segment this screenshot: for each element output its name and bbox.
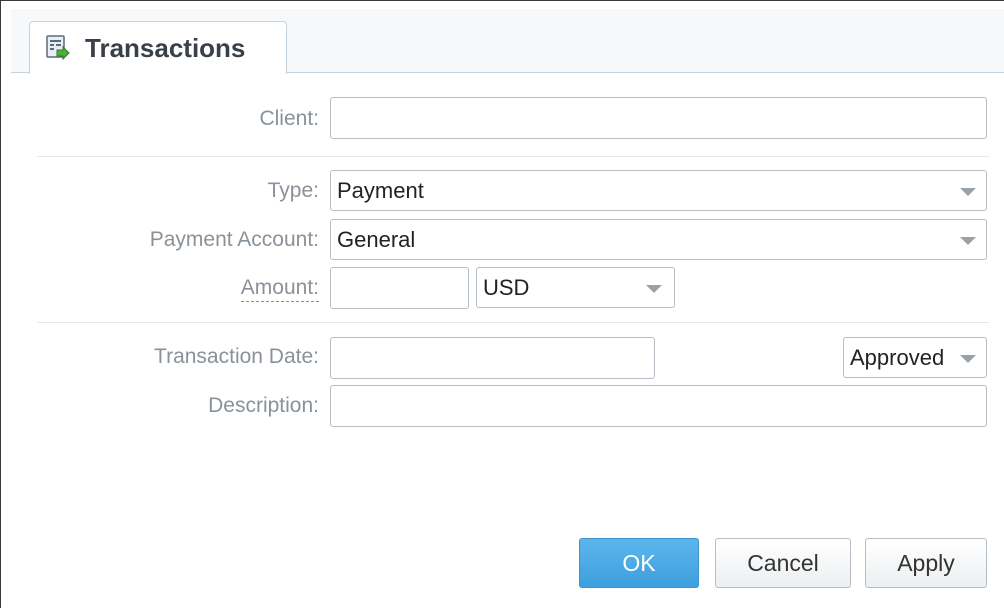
- apply-button[interactable]: Apply: [865, 538, 987, 588]
- status-select[interactable]: Approved: [843, 337, 987, 378]
- payment-account-value: General: [337, 227, 416, 252]
- client-label: Client:: [259, 107, 319, 130]
- tab-bar: Transactions: [11, 9, 1004, 74]
- transactions-icon: [45, 35, 71, 61]
- chevron-down-icon: [960, 355, 976, 363]
- description-label: Description:: [208, 394, 319, 417]
- chevron-down-icon: [960, 188, 976, 196]
- type-value: Payment: [337, 178, 424, 203]
- transaction-dialog: Transactions Client: Type: Payment Payme…: [0, 0, 1004, 608]
- description-field[interactable]: [330, 385, 987, 427]
- amount-label-text: Amount:: [240, 276, 319, 302]
- amount-field[interactable]: [330, 267, 469, 309]
- chevron-down-icon: [646, 285, 662, 293]
- ok-button[interactable]: OK: [579, 538, 699, 588]
- divider: [37, 156, 989, 157]
- amount-label[interactable]: Amount:: [240, 275, 319, 302]
- currency-select[interactable]: USD: [476, 267, 675, 308]
- tab-title: Transactions: [85, 33, 246, 63]
- transaction-date-field[interactable]: [330, 337, 655, 379]
- payment-account-select[interactable]: General: [330, 219, 987, 260]
- divider: [37, 322, 989, 323]
- currency-value: USD: [483, 275, 530, 300]
- client-field[interactable]: [330, 97, 987, 139]
- tab-transactions[interactable]: Transactions: [29, 21, 287, 74]
- type-label: Type:: [267, 179, 319, 202]
- payment-account-label: Payment Account:: [149, 228, 319, 251]
- chevron-down-icon: [960, 237, 976, 245]
- cancel-button[interactable]: Cancel: [715, 538, 851, 588]
- status-value: Approved: [850, 345, 945, 370]
- type-select[interactable]: Payment: [330, 170, 987, 211]
- transaction-date-label: Transaction Date:: [154, 345, 319, 368]
